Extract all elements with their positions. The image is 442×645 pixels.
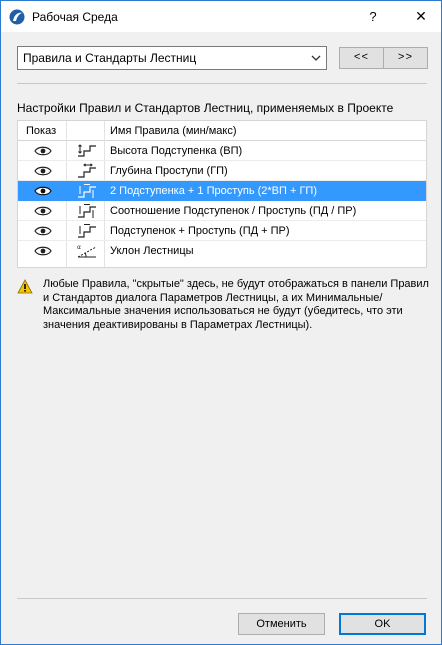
app-logo-icon xyxy=(9,9,25,25)
chevron-down-icon xyxy=(311,55,321,61)
warning-icon xyxy=(17,279,33,294)
eye-icon[interactable] xyxy=(34,245,52,257)
rule-name: Глубина Проступи (ГП) xyxy=(110,165,228,177)
table-row[interactable]: Подступенок + Проступь (ПД + ПР) xyxy=(18,221,426,241)
table-row[interactable]: α Уклон Лестницы xyxy=(18,241,426,261)
eye-icon[interactable] xyxy=(34,185,52,197)
title-bar: Рабочая Среда ? ✕ xyxy=(1,1,441,32)
rule-name: Уклон Лестницы xyxy=(110,245,194,257)
next-page-button[interactable]: >> xyxy=(383,47,428,69)
tread-depth-icon xyxy=(78,163,96,178)
eye-icon[interactable] xyxy=(34,205,52,217)
table-row[interactable]: Соотношение Подступенок / Проступь (ПД /… xyxy=(18,201,426,221)
close-button[interactable]: ✕ xyxy=(406,1,436,32)
svg-text:α: α xyxy=(77,244,81,251)
rule-name: Соотношение Подступенок / Проступь (ПД /… xyxy=(110,205,357,217)
window-title: Рабочая Среда xyxy=(32,10,118,24)
section-title: Настройки Правил и Стандартов Лестниц, п… xyxy=(17,101,394,115)
table-row[interactable]: Глубина Проступи (ГП) xyxy=(18,161,426,181)
table-row[interactable]: 2 Подступенка + 1 Проступь (2*ВП + ГП) xyxy=(18,181,426,201)
previous-page-button[interactable]: << xyxy=(339,47,384,69)
eye-icon[interactable] xyxy=(34,165,52,177)
rule-name: 2 Подступенка + 1 Проступь (2*ВП + ГП) xyxy=(110,185,317,197)
rule-name: Подступенок + Проступь (ПД + ПР) xyxy=(110,225,290,237)
cancel-button[interactable]: Отменить xyxy=(238,613,325,635)
column-header-show[interactable]: Показ xyxy=(26,124,56,138)
table-row[interactable]: Высота Подступенка (ВП) xyxy=(18,141,426,161)
rule-name: Высота Подступенка (ВП) xyxy=(110,145,243,157)
preference-dropdown-value: Правила и Стандарты Лестниц xyxy=(23,51,197,65)
preference-dropdown[interactable]: Правила и Стандарты Лестниц xyxy=(17,46,327,70)
rules-table: Показ Имя Правила (мин/макс) Высота Подс… xyxy=(17,120,427,268)
riser-plus-tread-icon xyxy=(78,224,96,238)
stair-slope-icon: α xyxy=(77,244,97,258)
ok-button[interactable]: OK xyxy=(339,613,426,635)
warning-message: Любые Правила, "скрытые" здесь, не будут… xyxy=(43,278,429,331)
riser-tread-ratio-icon xyxy=(78,204,96,218)
eye-icon[interactable] xyxy=(34,225,52,237)
help-button[interactable]: ? xyxy=(361,1,385,32)
column-header-rule-name[interactable]: Имя Правила (мин/макс) xyxy=(110,124,236,138)
table-header: Показ Имя Правила (мин/макс) xyxy=(18,121,426,141)
eye-icon[interactable] xyxy=(34,145,52,157)
riser-height-icon xyxy=(78,144,96,157)
divider xyxy=(17,83,427,84)
dialog-window: Рабочая Среда ? ✕ Правила и Стандарты Ле… xyxy=(0,0,442,645)
riser-tread-formula-icon xyxy=(78,184,96,198)
divider xyxy=(17,598,427,599)
